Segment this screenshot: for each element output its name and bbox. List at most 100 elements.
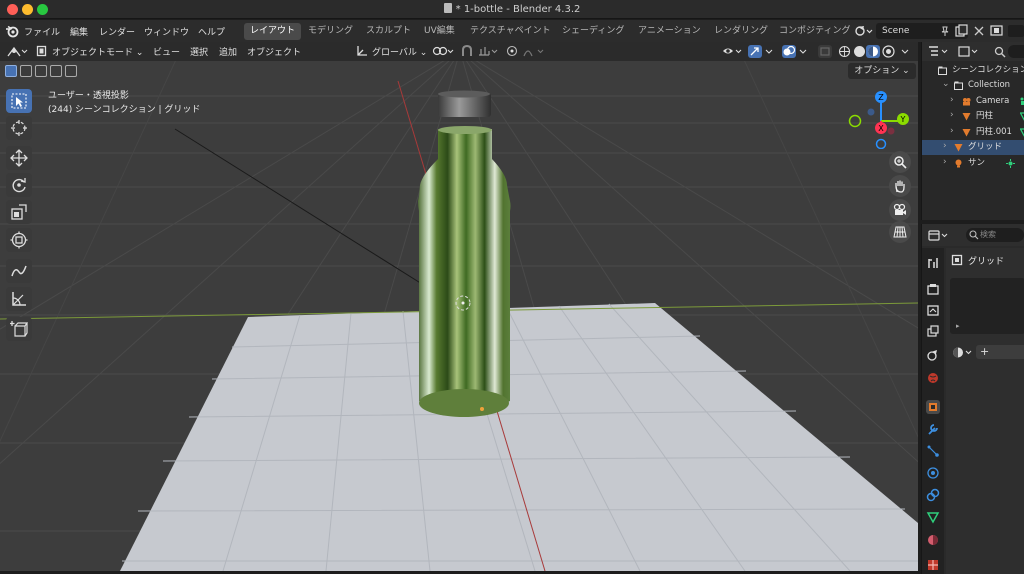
tool-rotate[interactable] [6, 173, 32, 197]
options-dropdown[interactable]: オプション ⌄ [848, 63, 916, 79]
properties-editor-icon[interactable] [928, 229, 950, 242]
search-icon[interactable] [994, 46, 1006, 58]
tab-data[interactable] [926, 510, 940, 524]
pin-icon[interactable] [940, 26, 950, 36]
properties-search-field[interactable]: 検索 [966, 228, 1024, 242]
tab-texture-paint[interactable]: テクスチャペイント [464, 23, 557, 40]
menu-file[interactable]: ファイル [24, 25, 60, 38]
select-mode-new-button[interactable] [5, 65, 17, 77]
tab-material[interactable] [926, 533, 940, 547]
bottle-object[interactable] [418, 90, 511, 418]
expand-arrow-icon[interactable]: ▸ [956, 322, 960, 330]
tab-sculpt[interactable]: スカルプト [360, 23, 417, 40]
tool-select-box[interactable] [6, 89, 32, 113]
menu-help[interactable]: ヘルプ [198, 25, 225, 38]
tab-modeling[interactable]: モデリング [302, 23, 359, 40]
tab-layout[interactable]: レイアウト [244, 23, 302, 40]
proportional-editing-icon[interactable] [506, 45, 518, 57]
viewport-scene[interactable] [0, 61, 918, 571]
tab-world[interactable] [926, 371, 940, 385]
camera-view-button[interactable] [889, 199, 911, 221]
tab-physics[interactable] [926, 466, 940, 480]
material-preview-button[interactable] [866, 45, 880, 58]
tab-animation[interactable]: アニメーション [632, 23, 707, 40]
pivot-point-icon[interactable] [432, 45, 454, 58]
tool-add-cube[interactable] [6, 317, 32, 341]
chevron-right-icon[interactable]: › [950, 108, 954, 123]
mode-selector[interactable]: オブジェクトモード ⌄ [52, 45, 143, 58]
tab-render[interactable] [926, 282, 940, 296]
chevron-right-icon[interactable]: › [943, 155, 947, 170]
object-visibility-icon[interactable] [722, 45, 744, 58]
falloff-icon[interactable] [522, 45, 546, 58]
tab-view-layer[interactable] [926, 324, 940, 338]
outliner-item[interactable]: › 円柱.001 [922, 125, 1024, 140]
menu-object[interactable]: オブジェクト [247, 45, 301, 58]
chevron-right-icon[interactable]: › [950, 124, 954, 139]
navigation-gizmo[interactable]: Z Y X [846, 89, 916, 149]
shading-options-icon[interactable] [898, 45, 914, 58]
view-layer-icon[interactable] [990, 24, 1024, 38]
tab-modifiers[interactable] [926, 422, 940, 436]
tab-output[interactable] [926, 303, 940, 317]
outliner-item[interactable]: ⌄ Collection [922, 78, 1024, 93]
tab-tool[interactable] [926, 256, 940, 270]
tab-compositing[interactable]: コンポジティング [773, 23, 856, 40]
node-tree-icon[interactable] [952, 346, 974, 359]
tab-object[interactable] [926, 400, 940, 414]
editor-type-icon[interactable] [6, 45, 28, 58]
select-mode-subtract-button[interactable] [35, 65, 47, 77]
tool-scale[interactable] [6, 200, 32, 224]
outliner-item[interactable]: › グリッド [922, 140, 1024, 155]
chevron-right-icon[interactable]: › [943, 139, 947, 154]
chevron-down-icon[interactable]: ⌄ [942, 77, 950, 92]
tab-uv-editing[interactable]: UV編集 [418, 23, 461, 40]
tab-rendering[interactable]: レンダリング [708, 23, 774, 40]
tab-particles[interactable] [926, 444, 940, 458]
xray-toggle-button[interactable] [818, 45, 832, 58]
display-mode-icon[interactable] [958, 45, 980, 58]
blender-logo-icon[interactable] [5, 24, 19, 38]
tab-constraints[interactable] [926, 488, 940, 502]
select-mode-intersect-button[interactable] [65, 65, 77, 77]
tool-annotate[interactable] [6, 259, 32, 283]
chevron-right-icon[interactable]: › [950, 93, 954, 108]
wireframe-shading-icon[interactable] [838, 45, 851, 58]
light-data-icon[interactable] [1006, 158, 1015, 174]
gizmo-toggle-button[interactable] [748, 45, 762, 58]
pan-button[interactable] [889, 175, 911, 197]
outliner-search-field[interactable] [1008, 45, 1024, 58]
perspective-toggle-button[interactable] [889, 221, 911, 243]
menu-window[interactable]: ウィンドウ [144, 25, 189, 38]
outliner-scene-collection[interactable]: シーンコレクション [922, 63, 1024, 78]
chevron-down-icon[interactable] [798, 45, 808, 58]
outliner-editor-icon[interactable] [928, 45, 950, 58]
snap-target-icon[interactable] [477, 45, 499, 58]
tool-transform[interactable] [6, 228, 32, 252]
menu-edit[interactable]: 編集 [70, 25, 88, 38]
select-mode-extend-button[interactable] [20, 65, 32, 77]
menu-add[interactable]: 追加 [219, 45, 237, 58]
menu-render[interactable]: レンダー [99, 25, 135, 38]
menu-select[interactable]: 選択 [190, 45, 208, 58]
tab-texture[interactable] [926, 558, 940, 572]
snap-icon[interactable] [460, 45, 474, 58]
zoom-button[interactable] [889, 151, 911, 173]
solid-shading-icon[interactable] [853, 45, 866, 58]
transform-orientation-selector[interactable]: グローバル ⌄ [372, 45, 427, 58]
rendered-shading-icon[interactable] [882, 45, 895, 58]
scene-selector-icon[interactable] [855, 25, 873, 37]
tool-measure[interactable] [6, 287, 32, 311]
outliner-item[interactable]: › Camera [922, 94, 1024, 109]
tab-scene[interactable] [926, 348, 940, 362]
3d-viewport[interactable]: ユーザー・透視投影 (244) シーンコレクション | グリッド Z Y X [0, 61, 918, 571]
tab-shading[interactable]: シェーディング [556, 23, 630, 40]
menu-view[interactable]: ビュー [153, 45, 180, 58]
tool-move[interactable] [6, 146, 32, 170]
chevron-down-icon[interactable] [764, 45, 774, 58]
outliner-item[interactable]: › 円柱 [922, 109, 1024, 124]
overlay-toggle-button[interactable] [782, 45, 796, 58]
outliner-item[interactable]: › サン [922, 156, 1024, 171]
new-material-button[interactable]: + [976, 345, 1024, 359]
delete-scene-icon[interactable] [973, 25, 985, 37]
